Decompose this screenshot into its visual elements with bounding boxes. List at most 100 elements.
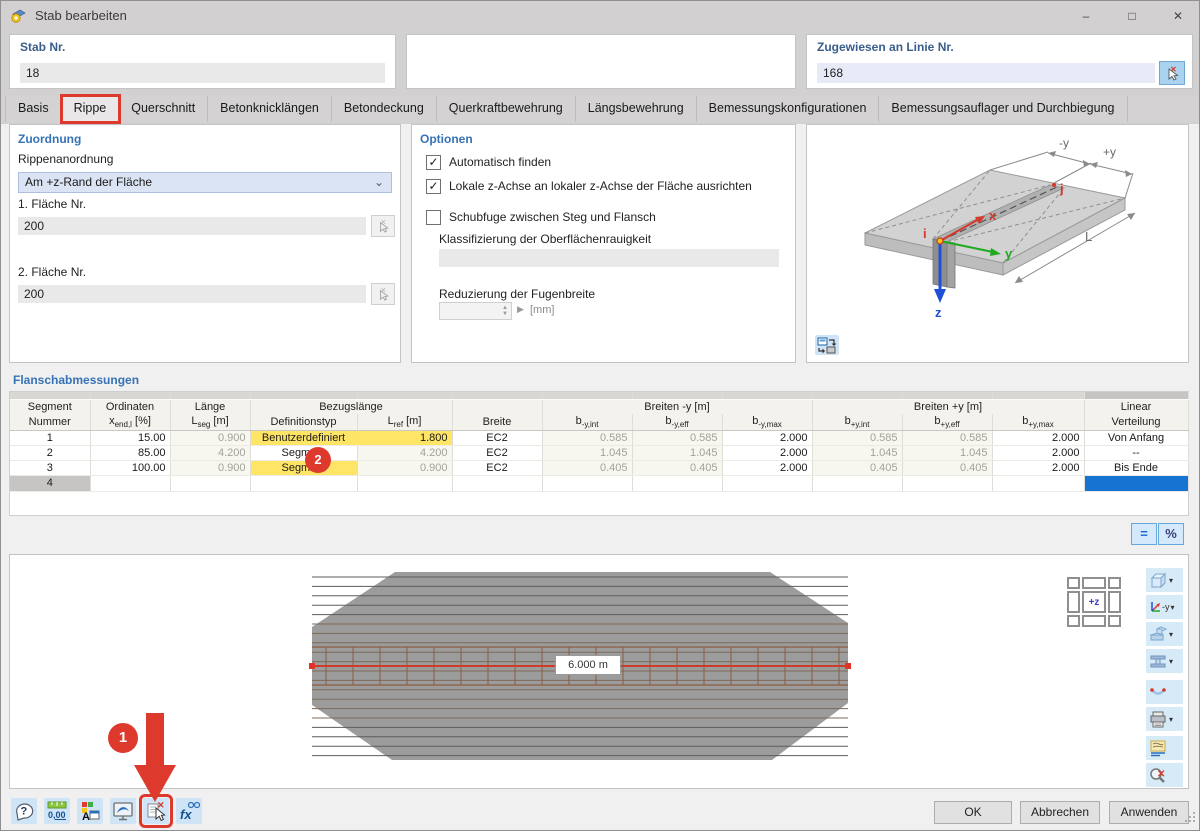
table-cell[interactable] xyxy=(1084,475,1188,491)
ok-button[interactable]: OK xyxy=(934,801,1012,824)
help-button[interactable]: ? xyxy=(11,798,37,824)
table-cell[interactable]: 0.900 xyxy=(170,430,250,445)
column-strip-cell[interactable] xyxy=(250,392,357,399)
table-cell[interactable]: 3 xyxy=(10,460,90,475)
table-cell[interactable]: 0.585 xyxy=(902,430,992,445)
maximize-button[interactable]: □ xyxy=(1109,1,1155,31)
table-cell[interactable]: 0.585 xyxy=(812,430,902,445)
table-cell[interactable] xyxy=(90,475,170,491)
tab-querschnitt[interactable]: Querschnitt xyxy=(119,96,208,122)
table-cell[interactable]: Bis Ende xyxy=(1084,460,1188,475)
view-plane-cell[interactable] xyxy=(1067,615,1080,627)
table-cell[interactable] xyxy=(452,475,542,491)
deformation-display-button[interactable] xyxy=(1146,680,1183,704)
table-cell[interactable]: 2.000 xyxy=(992,430,1084,445)
table-cell[interactable]: 4.200 xyxy=(170,445,250,460)
table-cell[interactable]: 2.000 xyxy=(722,460,812,475)
table-cell[interactable]: 0.405 xyxy=(632,460,722,475)
tab-betonknicklängen[interactable]: Betonknicklängen xyxy=(208,96,332,122)
table-cell[interactable]: 0.405 xyxy=(902,460,992,475)
view-mode-button[interactable]: ▾ xyxy=(1146,568,1183,592)
tab-bemessungskonfigurationen[interactable]: Bemessungskonfigurationen xyxy=(697,96,880,122)
column-strip-cell[interactable] xyxy=(90,392,170,399)
table-cell[interactable]: 1.045 xyxy=(812,445,902,460)
select-line-button[interactable]: ✕ xyxy=(1159,61,1185,85)
column-strip-cell[interactable] xyxy=(992,392,1084,399)
view-direction-button[interactable]: -y▾ xyxy=(1146,595,1183,619)
table-cell[interactable]: 0.900 xyxy=(357,460,452,475)
table-cell[interactable]: Von Anfang xyxy=(1084,430,1188,445)
table-cell[interactable]: 2.000 xyxy=(992,445,1084,460)
table-cell[interactable]: 0.405 xyxy=(812,460,902,475)
cancel-button[interactable]: Abbrechen xyxy=(1020,801,1100,824)
checkbox-checked-icon[interactable]: ✓ xyxy=(426,179,441,194)
table-cell[interactable]: Benutzerdefiniert xyxy=(250,430,357,445)
table-cell[interactable]: 1 xyxy=(10,430,90,445)
column-strip-cell[interactable] xyxy=(632,392,722,399)
display-properties-button[interactable] xyxy=(1146,736,1183,760)
view-plane-cell[interactable] xyxy=(1067,591,1080,613)
rib-arrangement-select[interactable]: Am +z-Rand der Fläche ⌄ xyxy=(18,172,392,193)
surface2-field[interactable]: 200 xyxy=(18,285,366,303)
table-cell[interactable] xyxy=(170,475,250,491)
table-cell[interactable] xyxy=(722,475,812,491)
table-cell[interactable]: Segment xyxy=(250,460,357,475)
percent-button[interactable]: % xyxy=(1158,523,1184,545)
resize-grip[interactable] xyxy=(1185,809,1196,827)
spinner-expand-icon[interactable]: ▶ xyxy=(517,304,524,315)
column-strip-cell[interactable] xyxy=(812,392,902,399)
view-plane-cell[interactable] xyxy=(1067,577,1080,589)
dropdown-arrow-icon[interactable]: ▾ xyxy=(1169,630,1173,639)
tab-rippe[interactable]: Rippe xyxy=(62,96,120,122)
member-number-field[interactable]: 18 xyxy=(20,63,385,83)
column-strip-cell[interactable] xyxy=(542,392,632,399)
column-strip-cell[interactable] xyxy=(452,392,542,399)
tab-betondeckung[interactable]: Betondeckung xyxy=(332,96,437,122)
table-cell[interactable]: 4.200 xyxy=(357,445,452,460)
table-cell[interactable]: 0.900 xyxy=(170,460,250,475)
table-cell[interactable]: 0.585 xyxy=(632,430,722,445)
surface-roughness-field[interactable] xyxy=(439,249,779,267)
minimize-button[interactable]: – xyxy=(1063,1,1109,31)
formula-button[interactable]: fx xyxy=(176,798,202,824)
table-cell[interactable]: EC2 xyxy=(452,430,542,445)
close-button[interactable]: ✕ xyxy=(1155,1,1200,31)
table-cell[interactable]: EC2 xyxy=(452,460,542,475)
column-strip-cell[interactable] xyxy=(902,392,992,399)
view-plane-center-cell[interactable]: +z xyxy=(1082,591,1106,613)
checkbox-checked-icon[interactable]: ✓ xyxy=(426,155,441,170)
table-cell[interactable] xyxy=(902,475,992,491)
render-mode-button[interactable]: ▾ xyxy=(1146,622,1183,646)
print-button[interactable]: ▾ xyxy=(1146,707,1183,731)
joint-width-stepper[interactable]: ▲ ▼ xyxy=(439,302,512,320)
equal-widths-button[interactable]: = xyxy=(1131,523,1157,545)
table-cell[interactable] xyxy=(812,475,902,491)
tab-bemessungsauflager-und-durchbiegung[interactable]: Bemessungsauflager und Durchbiegung xyxy=(879,96,1127,122)
table-cell[interactable]: 1.045 xyxy=(902,445,992,460)
apply-button[interactable]: Anwenden xyxy=(1109,801,1189,824)
tab-längsbewehrung[interactable]: Längsbewehrung xyxy=(576,96,697,122)
table-cell[interactable]: EC2 xyxy=(452,445,542,460)
view-plane-cell[interactable] xyxy=(1108,615,1121,627)
select-surface2-button[interactable]: ✕ xyxy=(371,283,395,305)
table-cell[interactable]: 1.045 xyxy=(632,445,722,460)
table-cell[interactable]: 1.800 xyxy=(357,430,452,445)
surface1-field[interactable]: 200 xyxy=(18,217,366,235)
dropdown-arrow-icon[interactable]: ▾ xyxy=(1171,603,1175,612)
checkbox-unchecked-icon[interactable] xyxy=(426,210,441,225)
view-plane-cell[interactable] xyxy=(1108,591,1121,613)
table-cell[interactable]: 1.045 xyxy=(542,445,632,460)
spinner-down-icon[interactable]: ▼ xyxy=(502,311,508,317)
table-cell[interactable] xyxy=(250,475,357,491)
dropdown-arrow-icon[interactable]: ▾ xyxy=(1169,715,1173,724)
table-cell[interactable]: 0.585 xyxy=(542,430,632,445)
display-settings-button[interactable]: A xyxy=(77,798,103,824)
column-strip-cell[interactable] xyxy=(1084,392,1188,399)
table-cell[interactable] xyxy=(632,475,722,491)
table-cell[interactable]: 100.00 xyxy=(90,460,170,475)
tab-basis[interactable]: Basis xyxy=(5,96,62,122)
table-cell[interactable]: 4 xyxy=(10,475,90,491)
dropdown-arrow-icon[interactable]: ▾ xyxy=(1169,657,1173,666)
zoom-reset-button[interactable]: ✕ xyxy=(1146,763,1183,787)
table-cell[interactable]: 2.000 xyxy=(722,445,812,460)
